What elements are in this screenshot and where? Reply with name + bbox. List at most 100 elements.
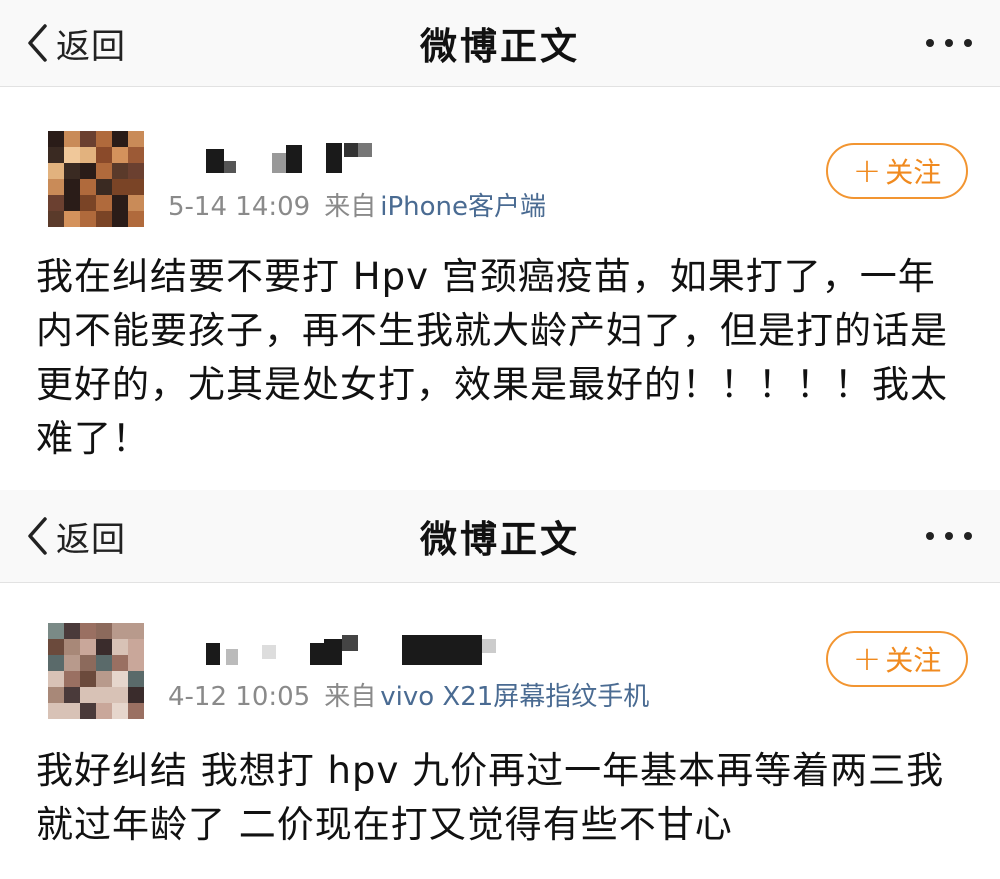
avatar-mosaic-cell bbox=[80, 131, 96, 147]
avatar-mosaic-cell bbox=[80, 623, 96, 639]
plus-icon: + bbox=[852, 151, 882, 191]
avatar-mosaic-cell bbox=[128, 623, 144, 639]
nav-bar: 返回 微博正文 bbox=[0, 0, 1000, 87]
username-mosaic-block bbox=[326, 143, 342, 173]
more-dot bbox=[964, 39, 972, 47]
follow-button[interactable]: + 关注 bbox=[826, 143, 968, 199]
more-dots-icon bbox=[926, 532, 934, 540]
avatar-mosaic-cell bbox=[80, 195, 96, 211]
weibo-post-screen-1: 返回 微博正文 5-14 14:09 来自 iPhone客户端 + 关注 我在纠结要… bbox=[0, 0, 1000, 490]
avatar-mosaic-cell bbox=[128, 179, 144, 195]
avatar-mosaic-cell bbox=[112, 703, 128, 719]
more-options-button[interactable] bbox=[926, 0, 972, 86]
username-mosaic-block bbox=[310, 643, 324, 665]
avatar-mosaic-cell bbox=[48, 687, 64, 703]
avatar-mosaic-cell bbox=[96, 655, 112, 671]
avatar-mosaic-cell bbox=[80, 147, 96, 163]
avatar-mosaic-cell bbox=[48, 147, 64, 163]
post-meta: 5-14 14:09 来自 iPhone客户端 bbox=[168, 191, 546, 223]
avatar[interactable] bbox=[48, 623, 144, 719]
username-mosaic-block bbox=[482, 639, 496, 653]
avatar[interactable] bbox=[48, 131, 144, 227]
more-dots-icon bbox=[926, 39, 934, 47]
post-meta: 4-12 10:05 来自 vivo X21屏幕指纹手机 bbox=[168, 681, 649, 713]
avatar-mosaic-cell bbox=[48, 623, 64, 639]
post-text: 我好纠结 我想打 hpv 九价再过一年基本再等着两三我就过年龄了 二价现在打又觉… bbox=[36, 749, 945, 846]
back-button[interactable]: 返回 bbox=[26, 490, 126, 582]
avatar-mosaic-cell bbox=[96, 687, 112, 703]
avatar-mosaic-cell bbox=[64, 131, 80, 147]
avatar-mosaic-cell bbox=[96, 623, 112, 639]
username-mosaic-block bbox=[272, 153, 286, 173]
avatar-mosaic-cell bbox=[64, 195, 80, 211]
avatar-mosaic-cell bbox=[64, 211, 80, 227]
avatar-mosaic-cell bbox=[80, 639, 96, 655]
avatar-mosaic-cell bbox=[128, 147, 144, 163]
avatar-mosaic-cell bbox=[96, 703, 112, 719]
avatar-mosaic-cell bbox=[112, 671, 128, 687]
avatar-mosaic-cell bbox=[80, 655, 96, 671]
source-device-link[interactable]: iPhone客户端 bbox=[380, 192, 546, 222]
avatar-mosaic-cell bbox=[64, 671, 80, 687]
username-redacted[interactable] bbox=[206, 635, 506, 665]
username-mosaic-block bbox=[206, 643, 220, 665]
page-title: 微博正文 bbox=[420, 518, 580, 561]
avatar-mosaic-cell bbox=[64, 147, 80, 163]
follow-button[interactable]: + 关注 bbox=[826, 631, 968, 687]
avatar-mosaic-cell bbox=[96, 147, 112, 163]
chevron-left-icon bbox=[26, 516, 48, 556]
avatar-mosaic-cell bbox=[48, 195, 64, 211]
avatar-mosaic-cell bbox=[48, 655, 64, 671]
more-dot bbox=[945, 39, 953, 47]
avatar-mosaic-cell bbox=[112, 147, 128, 163]
source-device-link[interactable]: vivo X21屏幕指纹手机 bbox=[380, 682, 649, 712]
avatar-mosaic-cell bbox=[96, 671, 112, 687]
avatar-mosaic-cell bbox=[128, 131, 144, 147]
avatar-mosaic-cell bbox=[128, 211, 144, 227]
source-label: 来自 bbox=[324, 192, 377, 222]
avatar-mosaic-cell bbox=[112, 639, 128, 655]
username-mosaic-block bbox=[224, 161, 236, 173]
more-dot bbox=[945, 532, 953, 540]
back-button[interactable]: 返回 bbox=[26, 0, 126, 86]
source-label: 来自 bbox=[324, 682, 377, 712]
avatar-mosaic-cell bbox=[128, 655, 144, 671]
username-redacted[interactable] bbox=[206, 143, 506, 173]
avatar-mosaic-cell bbox=[112, 179, 128, 195]
nav-bar: 返回 微博正文 bbox=[0, 490, 1000, 583]
more-dot bbox=[964, 532, 972, 540]
avatar-mosaic-cell bbox=[96, 131, 112, 147]
avatar-mosaic-cell bbox=[128, 703, 144, 719]
avatar-mosaic-cell bbox=[64, 623, 80, 639]
avatar-mosaic-cell bbox=[48, 211, 64, 227]
username-mosaic-block bbox=[206, 149, 224, 173]
page-title: 微博正文 bbox=[420, 25, 580, 68]
avatar-mosaic-cell bbox=[48, 703, 64, 719]
avatar-mosaic-cell bbox=[48, 163, 64, 179]
weibo-post-screen-2: 返回 微博正文 4-12 10:05 来自 vivo X21屏幕指纹手机 + 关注 … bbox=[0, 490, 1000, 879]
avatar-mosaic-cell bbox=[112, 687, 128, 703]
avatar-mosaic-cell bbox=[112, 623, 128, 639]
post-time: 4-12 10:05 bbox=[168, 682, 311, 712]
avatar-mosaic-cell bbox=[128, 163, 144, 179]
avatar-mosaic-cell bbox=[96, 179, 112, 195]
more-options-button[interactable] bbox=[926, 490, 972, 582]
avatar-mosaic-cell bbox=[80, 211, 96, 227]
avatar-mosaic-cell bbox=[96, 639, 112, 655]
chevron-left-icon bbox=[26, 23, 48, 63]
post-header: 4-12 10:05 来自 vivo X21屏幕指纹手机 + 关注 bbox=[0, 583, 1000, 725]
avatar-mosaic-cell bbox=[64, 687, 80, 703]
avatar-mosaic-cell bbox=[48, 671, 64, 687]
avatar-mosaic-cell bbox=[48, 179, 64, 195]
plus-icon: + bbox=[852, 639, 882, 679]
avatar-mosaic-cell bbox=[64, 703, 80, 719]
username-mosaic-block bbox=[262, 645, 276, 659]
username-mosaic-block bbox=[402, 635, 482, 665]
username-mosaic-block bbox=[344, 143, 358, 157]
avatar-mosaic-cell bbox=[112, 163, 128, 179]
avatar-mosaic-cell bbox=[96, 195, 112, 211]
avatar-mosaic-cell bbox=[128, 687, 144, 703]
avatar-mosaic-cell bbox=[128, 195, 144, 211]
avatar-mosaic-cell bbox=[64, 655, 80, 671]
avatar-mosaic-cell bbox=[80, 671, 96, 687]
